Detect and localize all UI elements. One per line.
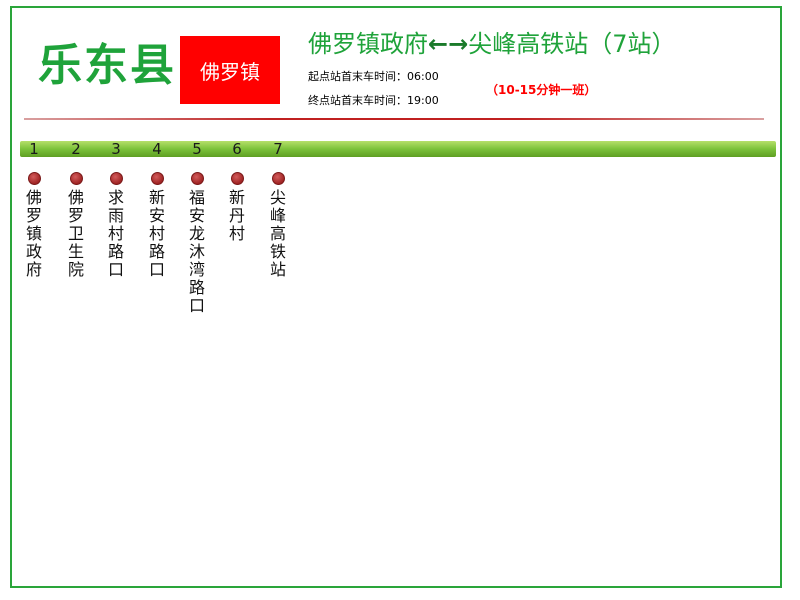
stop-number: 2 — [71, 140, 81, 158]
route-title: 佛罗镇政府←→尖峰高铁站（7站） — [308, 30, 676, 59]
stop-marker-icon — [272, 172, 285, 185]
stop-marker-icon — [110, 172, 123, 185]
terminal-service-times: 终点站首末车时间：19:00 — [308, 94, 439, 107]
stop-number: 6 — [232, 140, 242, 158]
stop-number: 3 — [111, 140, 121, 158]
stop-marker-icon — [151, 172, 164, 185]
town-badge: 佛罗镇 — [180, 36, 280, 104]
route-stop-count: （7站） — [588, 30, 676, 58]
stop-number: 4 — [152, 140, 162, 158]
stop-name: 新丹村 — [228, 188, 245, 243]
stop-number: 5 — [192, 140, 202, 158]
town-name: 佛罗镇 — [200, 59, 260, 84]
stop-marker-icon — [28, 172, 41, 185]
stop-number: 7 — [273, 140, 283, 158]
stop-name: 求雨村路口 — [107, 188, 124, 279]
bidirectional-arrow-icon: ←→ — [428, 30, 469, 58]
route-origin: 佛罗镇政府 — [308, 30, 428, 58]
route-destination: 尖峰高铁站 — [468, 30, 589, 58]
header-divider — [24, 118, 764, 120]
stop-name: 尖峰高铁站 — [269, 188, 286, 279]
route-line-bar — [20, 141, 776, 157]
origin-service-times: 起点站首末车时间：06:00 — [308, 70, 439, 83]
service-frequency: （10-15分钟一班） — [486, 83, 597, 97]
stop-marker-icon — [191, 172, 204, 185]
stop-name: 福安龙沐湾路口 — [188, 188, 205, 315]
stop-name: 佛罗卫生院 — [67, 188, 84, 279]
stop-number: 1 — [29, 140, 39, 158]
stop-marker-icon — [70, 172, 83, 185]
stop-marker-icon — [231, 172, 244, 185]
stop-name: 佛罗镇政府 — [25, 188, 42, 279]
county-name: 乐东县 — [38, 40, 176, 91]
stop-name: 新安村路口 — [148, 188, 165, 279]
